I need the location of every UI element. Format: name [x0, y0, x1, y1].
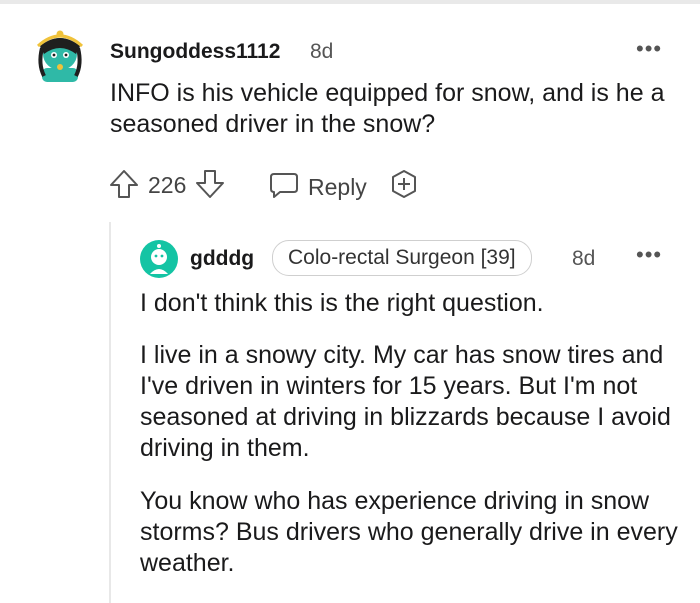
comment-timestamp: 8d — [572, 247, 596, 270]
comment-icon — [268, 168, 300, 206]
comment-body: INFO is his vehicle equipped for snow, a… — [110, 79, 665, 138]
comment-timestamp: 8d — [310, 40, 334, 63]
award-button[interactable] — [388, 168, 420, 206]
downvote-button[interactable] — [194, 168, 226, 206]
avatar[interactable] — [140, 240, 178, 278]
comment-paragraph: I don't think this is the right question… — [140, 289, 544, 317]
comment-paragraph: I live in a snowy city. My car has snow … — [140, 341, 671, 462]
vote-count: 226 — [148, 172, 187, 198]
more-options-icon[interactable]: ••• — [636, 242, 662, 268]
avatar[interactable] — [32, 24, 88, 84]
downvote-icon — [194, 168, 226, 206]
top-divider — [0, 0, 700, 4]
upvote-button[interactable] — [108, 168, 140, 206]
more-options-icon[interactable]: ••• — [636, 36, 662, 62]
upvote-icon — [108, 168, 140, 206]
thread-line[interactable] — [109, 222, 111, 603]
reply-button[interactable]: Reply — [268, 168, 367, 206]
award-icon — [388, 168, 420, 206]
comment-paragraph: You know who has experience driving in s… — [140, 487, 678, 577]
author-username[interactable]: Sungoddess1112 — [110, 40, 280, 64]
comment-actions: 226 Reply — [108, 168, 448, 204]
author-username[interactable]: gdddg — [190, 247, 254, 271]
user-flair: Colo-rectal Surgeon [39] — [272, 240, 532, 276]
reply-label: Reply — [308, 173, 367, 200]
